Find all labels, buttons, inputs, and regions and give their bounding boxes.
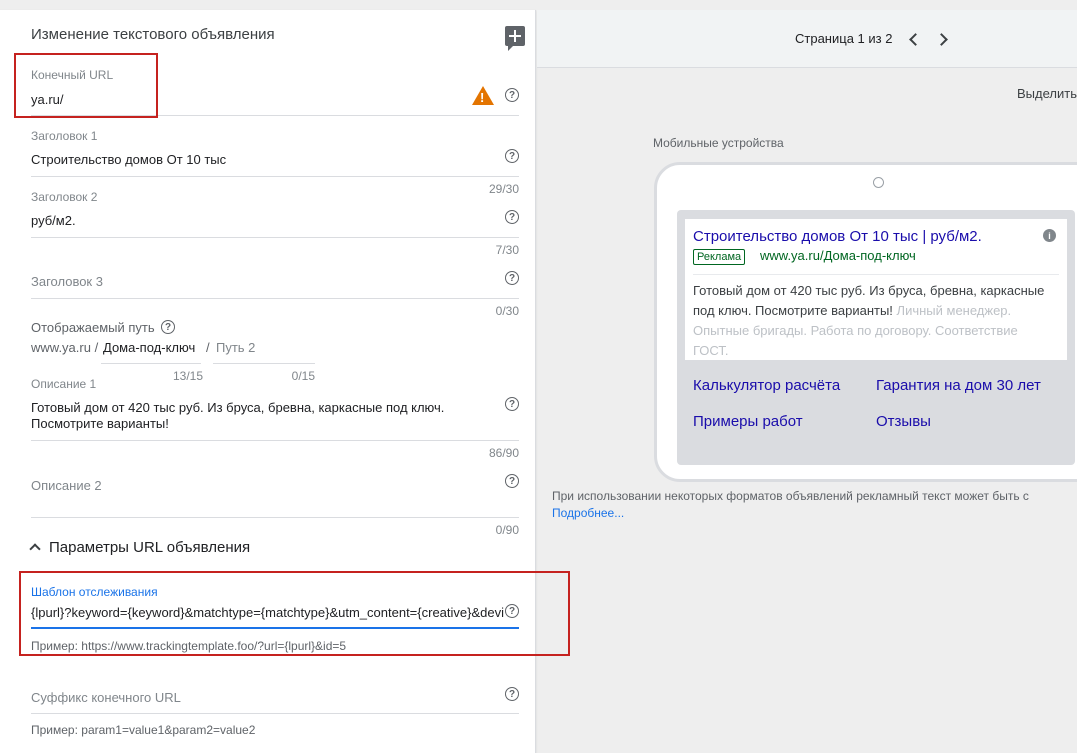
display-path-label: Отображаемый путь xyxy=(31,320,155,335)
description2-underline xyxy=(31,517,519,518)
description1-input-line2[interactable]: Посмотрите варианты! xyxy=(31,416,169,431)
sitelink-calculator[interactable]: Калькулятор расчёта xyxy=(693,377,840,394)
url-suffix-label: Суффикс конечного URL xyxy=(31,690,181,705)
info-icon[interactable]: i xyxy=(1043,229,1056,242)
path1-underline xyxy=(101,363,201,364)
highlight-toggle[interactable]: Выделить xyxy=(1017,86,1077,101)
url-suffix-underline xyxy=(31,713,519,714)
display-path-separator: / xyxy=(206,340,210,355)
device-label: Мобильные устройства xyxy=(653,136,784,150)
ad-title-link[interactable]: Строительство домов От 10 тыс | руб/м2. xyxy=(693,228,982,245)
headline2-label: Заголовок 2 xyxy=(31,190,98,204)
display-path-field: Отображаемый путь ? www.ya.ru / Дома-под… xyxy=(31,318,519,384)
learn-more-link[interactable]: Подробнее... xyxy=(552,506,624,520)
help-icon[interactable]: ? xyxy=(161,320,175,334)
highlight-box-final-url xyxy=(14,53,158,118)
description2-field[interactable]: Описание 2 ? 0/90 xyxy=(31,472,519,538)
ad-display-url: www.ya.ru/Дома-под-ключ xyxy=(760,248,916,263)
url-suffix-example: Пример: param1=value1&param2=value2 xyxy=(31,723,256,737)
ad-divider xyxy=(693,274,1059,275)
display-path-2-input[interactable]: Путь 2 xyxy=(216,340,255,355)
url-suffix-field[interactable]: Суффикс конечного URL ? xyxy=(31,686,519,716)
camera-icon xyxy=(873,177,884,188)
sitelink-guarantee[interactable]: Гарантия на дом 30 лет xyxy=(876,377,1041,394)
description1-underline xyxy=(31,440,519,441)
description1-counter: 86/90 xyxy=(488,446,519,460)
description1-label: Описание 1 xyxy=(31,377,97,391)
help-icon[interactable]: ? xyxy=(505,397,519,411)
page-indicator: Страница 1 из 2 xyxy=(795,31,893,46)
warning-icon[interactable]: ! xyxy=(472,86,494,105)
preview-toolbar: Страница 1 из 2 xyxy=(537,10,1077,68)
chevron-right-icon[interactable] xyxy=(935,33,948,46)
path2-underline xyxy=(213,363,315,364)
help-icon[interactable]: ? xyxy=(505,88,519,102)
sitelink-examples[interactable]: Примеры работ xyxy=(693,413,803,430)
description1-input-line1[interactable]: Готовый дом от 420 тыс руб. Из бруса, бр… xyxy=(31,400,444,415)
ad-description: Готовый дом от 420 тыс руб. Из бруса, бр… xyxy=(693,281,1053,361)
headline2-underline xyxy=(31,237,519,238)
headline1-underline xyxy=(31,176,519,177)
headline3-underline xyxy=(31,298,519,299)
ad-editor-screen: Изменение текстового объявления Конечный… xyxy=(0,0,1077,753)
highlight-box-tracking-template xyxy=(19,571,570,656)
headline2-input[interactable]: руб/м2. xyxy=(31,213,76,228)
description2-counter: 0/90 xyxy=(495,523,519,537)
panel-title: Изменение текстового объявления xyxy=(31,26,275,43)
headline3-counter: 0/30 xyxy=(495,304,519,318)
display-path-domain: www.ya.ru / xyxy=(31,340,99,355)
preview-note: При использовании некоторых форматов объ… xyxy=(552,489,1029,503)
headline2-field[interactable]: Заголовок 2 руб/м2. ? 7/30 xyxy=(31,186,519,258)
description2-label: Описание 2 xyxy=(31,478,102,493)
sitelink-reviews[interactable]: Отзывы xyxy=(876,413,931,430)
help-icon[interactable]: ? xyxy=(505,687,519,701)
headline1-label: Заголовок 1 xyxy=(31,129,98,143)
headline2-counter: 7/30 xyxy=(495,243,519,257)
help-icon[interactable]: ? xyxy=(505,149,519,163)
headline1-input[interactable]: Строительство домов От 10 тыс xyxy=(31,152,226,167)
help-icon[interactable]: ? xyxy=(505,210,519,224)
headline3-field[interactable]: Заголовок 3 ? 0/30 xyxy=(31,268,519,320)
help-icon[interactable]: ? xyxy=(505,474,519,488)
display-path-1-input[interactable]: Дома-под-ключ xyxy=(103,340,195,355)
help-icon[interactable]: ? xyxy=(505,271,519,285)
ad-badge: Реклама xyxy=(693,249,746,265)
description1-field[interactable]: Описание 1 Готовый дом от 420 тыс руб. И… xyxy=(31,377,519,461)
chevron-left-icon[interactable] xyxy=(909,33,922,46)
url-params-section-toggle[interactable]: Параметры URL объявления xyxy=(49,539,250,556)
headline3-label: Заголовок 3 xyxy=(31,274,103,289)
spark-feedback-icon[interactable] xyxy=(505,26,525,51)
